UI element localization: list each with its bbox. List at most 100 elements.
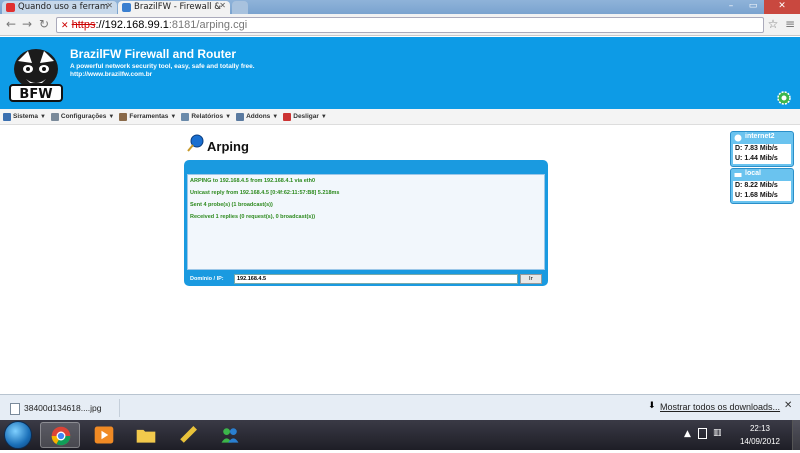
- menu-desligar[interactable]: Desligar ▼: [283, 112, 327, 121]
- bfw-logo: BFW: [9, 49, 63, 102]
- chevron-down-icon: ▼: [272, 113, 279, 120]
- output-line: ARPING to 192.168.4.5 from 192.168.4.1 v…: [190, 178, 316, 184]
- taskbar-messenger[interactable]: [210, 422, 250, 448]
- tray-chevron-icon[interactable]: ▲: [684, 429, 691, 439]
- interface-header: internet2: [731, 132, 793, 144]
- globe-icon: [734, 134, 742, 142]
- close-shelf-icon[interactable]: ✕: [784, 400, 792, 411]
- bookmark-star-icon[interactable]: ☆: [766, 17, 780, 31]
- tools-icon: [119, 112, 128, 121]
- window-controls: – ▭ ✕: [720, 0, 800, 14]
- interface-name: local: [745, 170, 761, 177]
- close-window-icon[interactable]: ✕: [764, 0, 800, 14]
- download-rate: D: 8.22 Mib/s: [733, 181, 791, 191]
- tab-close-icon[interactable]: ✕: [106, 1, 113, 10]
- interface-widget-local[interactable]: local D: 8.22 Mib/s U: 1.68 Mib/s: [730, 168, 794, 204]
- download-item[interactable]: 38400d134618....jpg: [4, 399, 120, 417]
- clock-time[interactable]: 22:13: [736, 424, 784, 433]
- download-shelf: 38400d134618....jpg ⬇ Mostrar todos os d…: [0, 394, 800, 420]
- logo-text: BFW: [19, 87, 52, 102]
- chrome-icon: [51, 426, 71, 446]
- folder-icon: [136, 429, 156, 443]
- wrench-icon: [50, 112, 59, 121]
- menu-label: Addons: [246, 113, 271, 120]
- domain-ip-label: Domínio / IP:: [190, 276, 224, 282]
- url-path: :8181/arping.cgi: [168, 19, 248, 31]
- interface-name: internet2: [745, 133, 775, 140]
- taskbar-media-player[interactable]: [84, 422, 124, 448]
- brazilfw-header: BFW BrazilFW Firewall and Router A power…: [0, 37, 800, 109]
- download-rate: D: 7.83 Mib/s: [733, 144, 791, 154]
- tab-close-icon[interactable]: ✕: [219, 1, 226, 10]
- wrench-menu-icon[interactable]: ≡: [783, 17, 797, 31]
- menu-label: Sistema: [13, 113, 38, 120]
- taskbar-ruler-app[interactable]: [168, 422, 208, 448]
- menu-label: Ferramentas: [129, 113, 169, 120]
- address-bar[interactable]: ✕ https://192.168.99.1:8181/arping.cgi: [56, 17, 764, 33]
- main-menu-bar: Sistema ▼ Configurações ▼ Ferramentas ▼ Rel…: [0, 109, 800, 125]
- brand-title: BrazilFW Firewall and Router: [70, 47, 237, 61]
- url-scheme: https: [71, 19, 96, 31]
- upload-rate: U: 1.44 Mib/s: [733, 154, 791, 164]
- output-line: Sent 4 probe(s) (1 broadcast(s)): [190, 202, 273, 208]
- menu-ferramentas[interactable]: Ferramentas ▼: [119, 112, 177, 121]
- arping-pin-icon: [187, 134, 204, 152]
- menu-addons[interactable]: Addons ▼: [236, 112, 279, 121]
- menu-sistema[interactable]: Sistema ▼: [3, 112, 46, 121]
- tab-quando-uso[interactable]: Quando uso a ferram ✕: [2, 1, 117, 14]
- maximize-icon[interactable]: ▭: [742, 0, 764, 14]
- chevron-down-icon: ▼: [170, 113, 177, 120]
- new-tab-button[interactable]: [232, 1, 248, 14]
- tab-label: BrazilFW - Firewall &: [134, 2, 221, 12]
- network-tray-icon[interactable]: ▥: [713, 428, 722, 438]
- output-line: Unicast reply from 192.168.4.5 [0:4f:62:…: [190, 190, 340, 196]
- report-icon: [181, 112, 190, 121]
- taskbar-chrome[interactable]: [40, 422, 80, 448]
- windows-taskbar: ▲ ▥: [0, 420, 800, 450]
- chevron-down-icon: ▼: [39, 113, 46, 120]
- monitor-icon: [3, 112, 11, 121]
- tab-brazilfw[interactable]: BrazilFW - Firewall & ✕: [118, 1, 230, 14]
- media-player-icon: [94, 426, 114, 444]
- image-file-icon: [10, 403, 20, 415]
- battery-icon[interactable]: [698, 428, 707, 439]
- addons-icon: [236, 112, 245, 121]
- arping-output-box: [187, 174, 545, 270]
- interface-widget-internet2[interactable]: internet2 D: 7.83 Mib/s U: 1.44 Mib/s: [730, 131, 794, 167]
- chevron-down-icon: ▼: [225, 113, 232, 120]
- output-line: Received 1 replies (0 request(s), 0 broa…: [190, 214, 316, 220]
- start-button[interactable]: [4, 421, 32, 449]
- menu-label: Desligar: [293, 113, 319, 120]
- minimize-icon[interactable]: –: [720, 0, 742, 14]
- taskbar-explorer[interactable]: [126, 422, 166, 448]
- gear-icon[interactable]: [776, 90, 792, 106]
- brand-site-link[interactable]: http://www.brazilfw.com.br: [70, 71, 152, 78]
- menu-configuracoes[interactable]: Configurações ▼: [50, 112, 114, 121]
- show-desktop-button[interactable]: [792, 420, 800, 450]
- back-icon[interactable]: ←: [4, 17, 18, 31]
- chevron-down-icon: ▼: [320, 113, 327, 120]
- forward-icon[interactable]: →: [20, 17, 34, 31]
- domain-ip-input[interactable]: 192.168.4.5: [234, 274, 518, 284]
- download-arrow-icon: ⬇: [648, 401, 656, 411]
- menu-relatorios[interactable]: Relatórios ▼: [181, 112, 232, 121]
- brand-tagline: A powerful network security tool, easy, …: [70, 63, 255, 70]
- reload-icon[interactable]: ↻: [37, 17, 51, 31]
- url-host: ://192.168.99.1: [95, 19, 169, 31]
- tab-label: Quando uso a ferram: [18, 2, 109, 12]
- site-favicon-icon: [6, 3, 15, 12]
- menu-label: Configurações: [60, 113, 107, 120]
- download-filename: 38400d134618....jpg: [24, 403, 102, 413]
- interface-header: local: [731, 169, 793, 181]
- shield-favicon-icon: [122, 3, 131, 12]
- network-icon: [734, 173, 742, 177]
- show-all-downloads-link[interactable]: Mostrar todos os downloads...: [660, 402, 780, 412]
- ruler-icon: [180, 426, 197, 443]
- upload-rate: U: 1.68 Mib/s: [733, 191, 791, 201]
- menu-label: Relatórios: [191, 113, 224, 120]
- clock-date[interactable]: 14/09/2012: [736, 437, 784, 446]
- page-title: Arping: [207, 139, 249, 154]
- power-icon: [283, 112, 292, 121]
- go-button[interactable]: Ir: [520, 274, 542, 284]
- browser-tab-strip: Quando uso a ferram ✕ BrazilFW - Firewal…: [0, 0, 800, 14]
